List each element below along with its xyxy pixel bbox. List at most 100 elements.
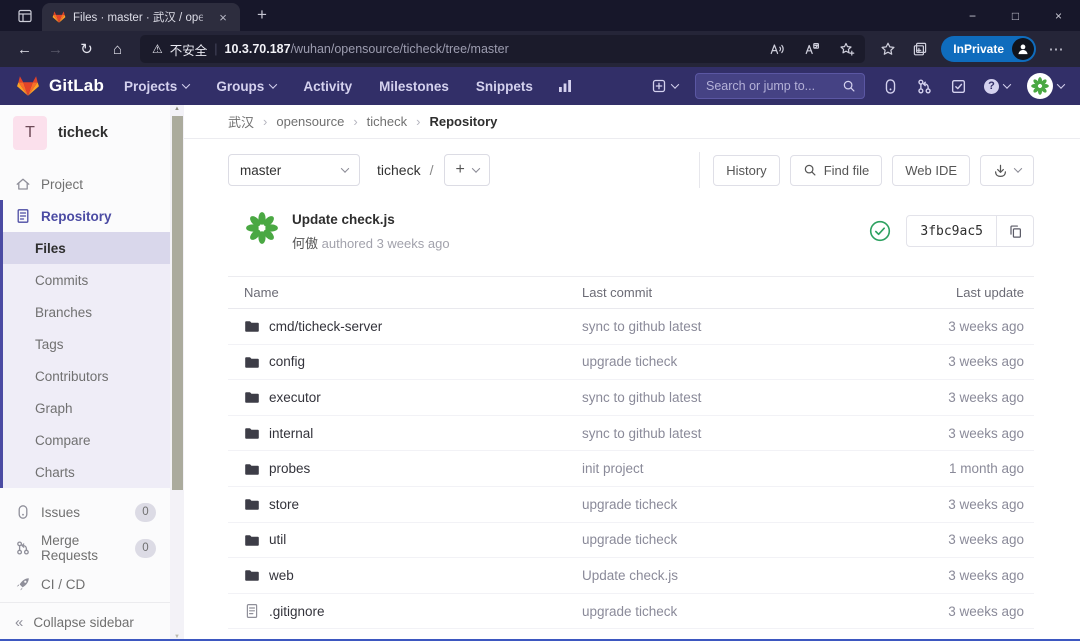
sidebar-item-tags[interactable]: Tags xyxy=(3,328,170,360)
commit-message-link[interactable]: sync to github latest xyxy=(582,390,864,405)
file-link[interactable]: cmd/ticheck-server xyxy=(269,319,382,334)
branch-selector[interactable]: master xyxy=(228,154,360,186)
folder-icon xyxy=(244,532,260,548)
name-cell: config xyxy=(228,354,582,370)
sidebar-item-commits[interactable]: Commits xyxy=(3,264,170,296)
sidebar-item-files[interactable]: Files xyxy=(3,232,170,264)
commit-message-link[interactable]: upgrade ticheck xyxy=(582,497,864,512)
folder-icon xyxy=(244,461,260,477)
file-link[interactable]: executor xyxy=(269,390,321,405)
tab-actions-button[interactable] xyxy=(10,3,40,29)
add-favorite-button[interactable] xyxy=(833,37,861,61)
address-bar[interactable]: ⚠ 不安全 | 10.3.70.187/wuhan/opensource/tic… xyxy=(140,35,865,63)
scrollbar-thumb[interactable] xyxy=(172,116,183,490)
sidebar-item-project[interactable]: Project xyxy=(0,168,170,200)
forward-button[interactable]: → xyxy=(41,35,70,64)
commit-author-link[interactable]: 何傲 xyxy=(292,236,318,251)
web-ide-button[interactable]: Web IDE xyxy=(892,155,970,186)
breadcrumb-project[interactable]: ticheck xyxy=(367,114,407,129)
file-link[interactable]: util xyxy=(269,532,286,547)
issues-shortcut-button[interactable] xyxy=(882,78,899,95)
commit-title-link[interactable]: Update check.js xyxy=(292,212,395,227)
find-file-button[interactable]: Find file xyxy=(790,155,883,186)
scrollbar-up-arrow[interactable]: ▲ xyxy=(170,106,184,112)
copy-sha-button[interactable] xyxy=(997,216,1033,246)
refresh-button[interactable]: ↻ xyxy=(72,35,101,64)
nav-item-activity[interactable]: Activity xyxy=(303,79,352,94)
branch-name: master xyxy=(240,163,281,178)
nav-item-groups[interactable]: Groups xyxy=(216,79,276,94)
tab-title-fade xyxy=(196,3,216,31)
back-button[interactable]: ← xyxy=(10,35,39,64)
sidebar-scrollbar[interactable]: ▲ ▼ xyxy=(170,105,184,641)
browser-menu-button[interactable]: ⋯ xyxy=(1042,35,1070,64)
nav-item-milestones[interactable]: Milestones xyxy=(379,79,449,94)
sidebar-item-contributors[interactable]: Contributors xyxy=(3,360,170,392)
inprivate-badge[interactable]: InPrivate xyxy=(941,36,1036,62)
search-input[interactable] xyxy=(706,79,836,93)
address-divider: | xyxy=(214,42,217,56)
translate-button[interactable] xyxy=(798,37,826,61)
sidebar-item-compare[interactable]: Compare xyxy=(3,424,170,456)
commit-message-link[interactable]: upgrade ticheck xyxy=(582,532,864,547)
commit-message-link[interactable]: Update check.js xyxy=(582,568,864,583)
sidebar-item-issues[interactable]: Issues 0 xyxy=(0,494,170,530)
file-link[interactable]: config xyxy=(269,354,305,369)
help-menu-button[interactable]: ? xyxy=(984,79,1010,94)
new-tab-button[interactable]: + xyxy=(250,3,274,27)
browser-tab[interactable]: Files · master · 武汉 / opensourc × xyxy=(42,3,240,31)
sidebar-item-graph[interactable]: Graph xyxy=(3,392,170,424)
commit-message-link[interactable]: upgrade ticheck xyxy=(582,604,864,619)
tanuki-icon xyxy=(16,74,40,98)
commit-message-link[interactable]: upgrade ticheck xyxy=(582,354,864,369)
page-url[interactable]: 10.3.70.187/wuhan/opensource/ticheck/tre… xyxy=(225,42,757,56)
name-cell: .gitignore xyxy=(228,603,582,619)
global-search[interactable] xyxy=(695,73,865,99)
user-menu-button[interactable] xyxy=(1027,73,1064,99)
close-button[interactable]: × xyxy=(1037,0,1080,31)
file-link[interactable]: web xyxy=(269,568,294,583)
nav-item-snippets[interactable]: Snippets xyxy=(476,79,533,94)
read-aloud-button[interactable] xyxy=(763,37,791,61)
file-link[interactable]: store xyxy=(269,497,299,512)
collapse-sidebar-button[interactable]: « Collapse sidebar xyxy=(0,602,170,641)
sidebar-item-cicd[interactable]: CI / CD xyxy=(0,566,170,602)
analytics-button[interactable] xyxy=(557,78,573,94)
commit-message-link[interactable]: sync to github latest xyxy=(582,426,864,441)
sidebar-item-branches[interactable]: Branches xyxy=(3,296,170,328)
commit-sha-link[interactable]: 3fbc9ac5 xyxy=(907,216,997,246)
pipeline-passed-icon[interactable] xyxy=(869,220,891,242)
folder-icon xyxy=(244,318,260,334)
sidebar-item-repository[interactable]: Repository xyxy=(3,200,170,232)
document-icon xyxy=(15,208,31,224)
collections-button[interactable] xyxy=(905,35,935,64)
new-menu-button[interactable] xyxy=(651,78,678,94)
minimize-button[interactable]: − xyxy=(951,0,994,31)
todos-button[interactable] xyxy=(950,78,967,95)
repo-root-link[interactable]: ticheck xyxy=(377,162,421,178)
file-link[interactable]: .gitignore xyxy=(269,604,325,619)
add-file-button[interactable]: + xyxy=(444,154,489,186)
sidebar-item-charts[interactable]: Charts xyxy=(3,456,170,488)
project-header[interactable]: T ticheck xyxy=(0,105,170,158)
home-button[interactable]: ⌂ xyxy=(103,35,132,64)
commit-message-link[interactable]: init project xyxy=(582,461,864,476)
breadcrumb-group[interactable]: 武汉 xyxy=(228,112,254,131)
file-link[interactable]: probes xyxy=(269,461,310,476)
maximize-button[interactable]: □ xyxy=(994,0,1037,31)
profile-avatar xyxy=(1012,38,1034,60)
nav-item-projects[interactable]: Projects xyxy=(124,79,189,94)
security-warning-label[interactable]: 不安全 xyxy=(170,40,208,59)
navbar-menu: Projects Groups Activity Milestones Snip… xyxy=(124,79,533,94)
merge-requests-shortcut-button[interactable] xyxy=(916,78,933,95)
favorites-button[interactable] xyxy=(873,35,903,64)
history-button[interactable]: History xyxy=(713,155,779,186)
download-button[interactable] xyxy=(980,155,1034,186)
file-link[interactable]: internal xyxy=(269,426,313,441)
breadcrumb-subgroup[interactable]: opensource xyxy=(276,114,344,129)
commit-message-link[interactable]: sync to github latest xyxy=(582,319,864,334)
last-update-time: 3 weeks ago xyxy=(864,319,1034,334)
gitlab-logo[interactable]: GitLab xyxy=(16,74,104,98)
tab-close-icon[interactable]: × xyxy=(214,8,232,26)
sidebar-item-merge-requests[interactable]: Merge Requests 0 xyxy=(0,530,170,566)
